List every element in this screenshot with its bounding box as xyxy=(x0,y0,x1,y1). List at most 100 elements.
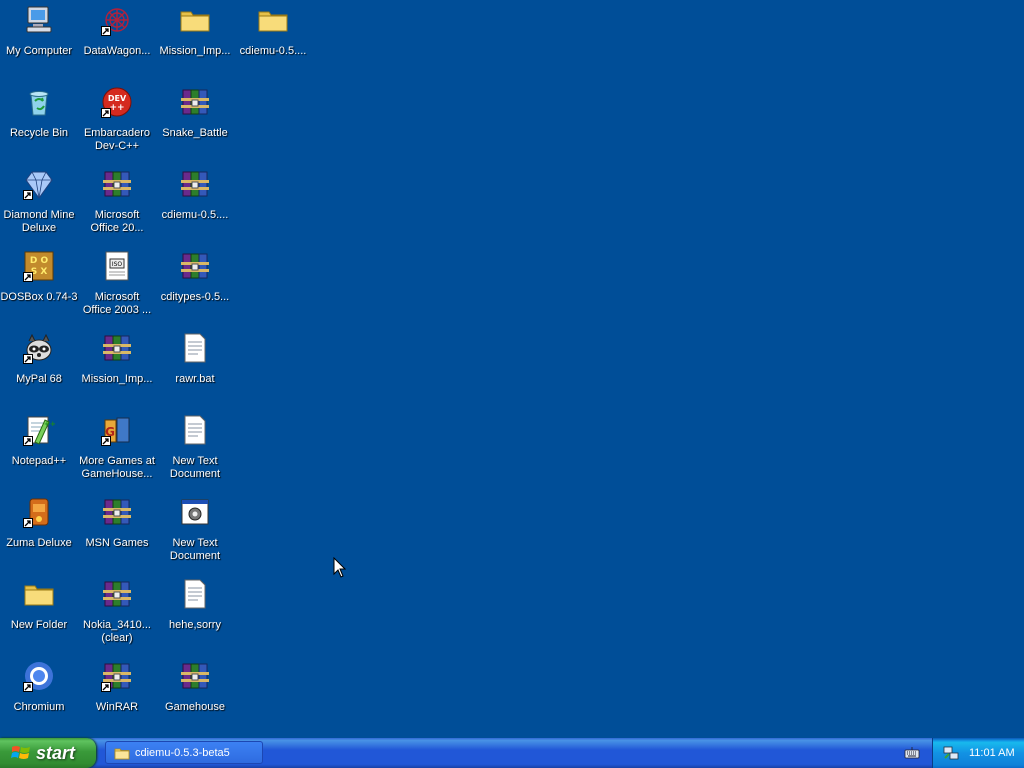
shortcut-arrow-icon xyxy=(23,436,33,446)
shortcut-arrow-icon xyxy=(23,354,33,364)
datawagon-icon xyxy=(101,4,133,36)
shortcut-arrow-icon xyxy=(23,518,33,528)
notepad-plus-icon: ++ xyxy=(23,414,55,446)
dosbox-icon: D OS X xyxy=(23,250,55,282)
desktop-icon-label: MSN Games xyxy=(85,537,149,549)
svg-text:ISO: ISO xyxy=(112,261,123,268)
desktop-icon[interactable]: Diamond Mine Deluxe xyxy=(0,166,78,242)
desktop-icon[interactable]: cdiemu-0.5.... xyxy=(156,166,234,242)
desktop-icon[interactable]: My Computer xyxy=(0,2,78,78)
desktop-icon[interactable]: Snake_Battle xyxy=(156,84,234,160)
desktop-icon-label: DataWagon... xyxy=(83,45,151,57)
zuma-icon xyxy=(23,496,55,528)
desktop-icon[interactable]: cdiemu-0.5.... xyxy=(234,2,312,78)
desktop-icon-label: Diamond Mine Deluxe xyxy=(3,209,75,234)
desktop-icon-label: Recycle Bin xyxy=(9,127,69,139)
desktop-icon[interactable]: Recycle Bin xyxy=(0,84,78,160)
desktop-icon-label: Microsoft Office 20... xyxy=(90,209,144,234)
shortcut-arrow-icon xyxy=(101,682,111,692)
desktop-icon[interactable]: ISO Microsoft Office 2003 ... xyxy=(78,248,156,324)
folder-icon xyxy=(114,748,130,759)
network-icon[interactable] xyxy=(943,745,959,761)
desktop-icon[interactable]: Nokia_3410... (clear) xyxy=(78,576,156,652)
desktop-icon[interactable]: Mission_Imp... xyxy=(78,330,156,406)
desktop-icon-label: Mission_Imp... xyxy=(159,45,231,57)
winrar-archive-icon xyxy=(101,496,133,528)
desktop-icon-label: Nokia_3410... (clear) xyxy=(83,619,151,644)
desktop-icon[interactable]: D OS X DOSBox 0.74-3 xyxy=(0,248,78,324)
clock[interactable]: 11:01 AM xyxy=(969,747,1015,759)
desktop-icon[interactable]: New Folder xyxy=(0,576,78,652)
desktop-icon[interactable]: Chromium xyxy=(0,658,78,734)
desktop-icon-label: cdiemu-0.5.... xyxy=(239,45,307,57)
folder-icon xyxy=(257,4,289,36)
text-document-icon xyxy=(179,578,211,610)
folder-icon xyxy=(179,4,211,36)
shortcut-arrow-icon xyxy=(23,682,33,692)
system-tray: 11:01 AM xyxy=(932,738,1024,768)
desktop-icon[interactable]: Microsoft Office 20... xyxy=(78,166,156,242)
svg-text:DEV: DEV xyxy=(108,94,127,103)
taskbar: start cdiemu-0.5.3-beta5 11:01 AM xyxy=(0,738,1024,768)
winrar-archive-icon xyxy=(179,168,211,200)
winrar-archive-icon xyxy=(179,250,211,282)
desktop-icon[interactable]: DEV ++ Embarcadero Dev-C++ xyxy=(78,84,156,160)
winrar-archive-icon xyxy=(101,578,133,610)
text-document-icon xyxy=(179,332,211,364)
mouse-cursor-icon xyxy=(333,557,346,578)
desktop-icon[interactable]: WinRAR xyxy=(78,658,156,734)
svg-text:D O: D O xyxy=(30,256,49,266)
desktop-icon[interactable]: hehe,sorry xyxy=(156,576,234,652)
disk-image-icon: ISO xyxy=(101,250,133,282)
winrar-archive-icon xyxy=(101,660,133,692)
recycle-bin-icon xyxy=(23,86,55,118)
desktop-icon-label: cdiemu-0.5.... xyxy=(161,209,229,221)
start-button[interactable]: start xyxy=(0,738,96,768)
desktop-icon-label: cditypes-0.5... xyxy=(160,291,230,303)
taskbar-button-cdiemu[interactable]: cdiemu-0.5.3-beta5 xyxy=(105,741,263,764)
desktop-icon[interactable]: cditypes-0.5... xyxy=(156,248,234,324)
desktop[interactable]: My Computer Recycle Bin Diamond Mine Delux… xyxy=(0,0,1024,738)
desktop-icon-label: Mission_Imp... xyxy=(81,373,153,385)
taskbar-button-label: cdiemu-0.5.3-beta5 xyxy=(135,746,230,759)
desktop-icon[interactable]: Zuma Deluxe xyxy=(0,494,78,570)
desktop-icon-label: Gamehouse xyxy=(165,701,225,713)
desktop-icon[interactable]: rawr.bat xyxy=(156,330,234,406)
desktop-icon[interactable]: MyPal 68 xyxy=(0,330,78,406)
desktop-icon-label: Zuma Deluxe xyxy=(6,537,72,549)
desktop-icon-label: Snake_Battle xyxy=(162,127,228,139)
desktop-icon-label: Chromium xyxy=(13,701,65,713)
svg-text:++: ++ xyxy=(44,420,55,428)
shortcut-arrow-icon xyxy=(23,190,33,200)
start-label: start xyxy=(36,742,76,763)
desktop-icon-label: New Text Document xyxy=(169,455,221,480)
desktop-icon-label: New Text Document xyxy=(169,537,221,562)
desktop-icon[interactable]: New Text Document xyxy=(156,412,234,488)
desktop-icon-label: hehe,sorry xyxy=(169,619,221,631)
chromium-icon xyxy=(23,660,55,692)
desktop-icon[interactable]: MSN Games xyxy=(78,494,156,570)
windows-logo-icon xyxy=(11,746,30,759)
desktop-icon[interactable]: DataWagon... xyxy=(78,2,156,78)
svg-text:S X: S X xyxy=(31,267,48,277)
desktop-icon-label: Embarcadero Dev-C++ xyxy=(83,127,151,152)
desktop-icon-label: More Games at GameHouse... xyxy=(79,455,155,480)
desktop-icon[interactable]: New Text Document xyxy=(156,494,234,570)
desktop-icon[interactable]: Gamehouse xyxy=(156,658,234,734)
folder-icon xyxy=(23,578,55,610)
shortcut-arrow-icon xyxy=(101,108,111,118)
winrar-archive-icon xyxy=(179,86,211,118)
shortcut-arrow-icon xyxy=(101,26,111,36)
desktop-icon-label: WinRAR xyxy=(95,701,139,713)
shortcut-arrow-icon xyxy=(101,436,111,446)
desktop-icon[interactable]: Mission_Imp... xyxy=(156,2,234,78)
winrar-archive-icon xyxy=(179,660,211,692)
desktop-icon[interactable]: G More Games at GameHouse... xyxy=(78,412,156,488)
desktop-icon-label: Microsoft Office 2003 ... xyxy=(82,291,152,316)
raccoon-icon xyxy=(23,332,55,364)
devcpp-icon: DEV ++ xyxy=(101,86,133,118)
desktop-icon[interactable]: ++ Notepad++ xyxy=(0,412,78,488)
keyboard-icon[interactable] xyxy=(904,745,920,761)
desktop-icon-label: New Folder xyxy=(10,619,68,631)
svg-text:++: ++ xyxy=(109,103,124,113)
